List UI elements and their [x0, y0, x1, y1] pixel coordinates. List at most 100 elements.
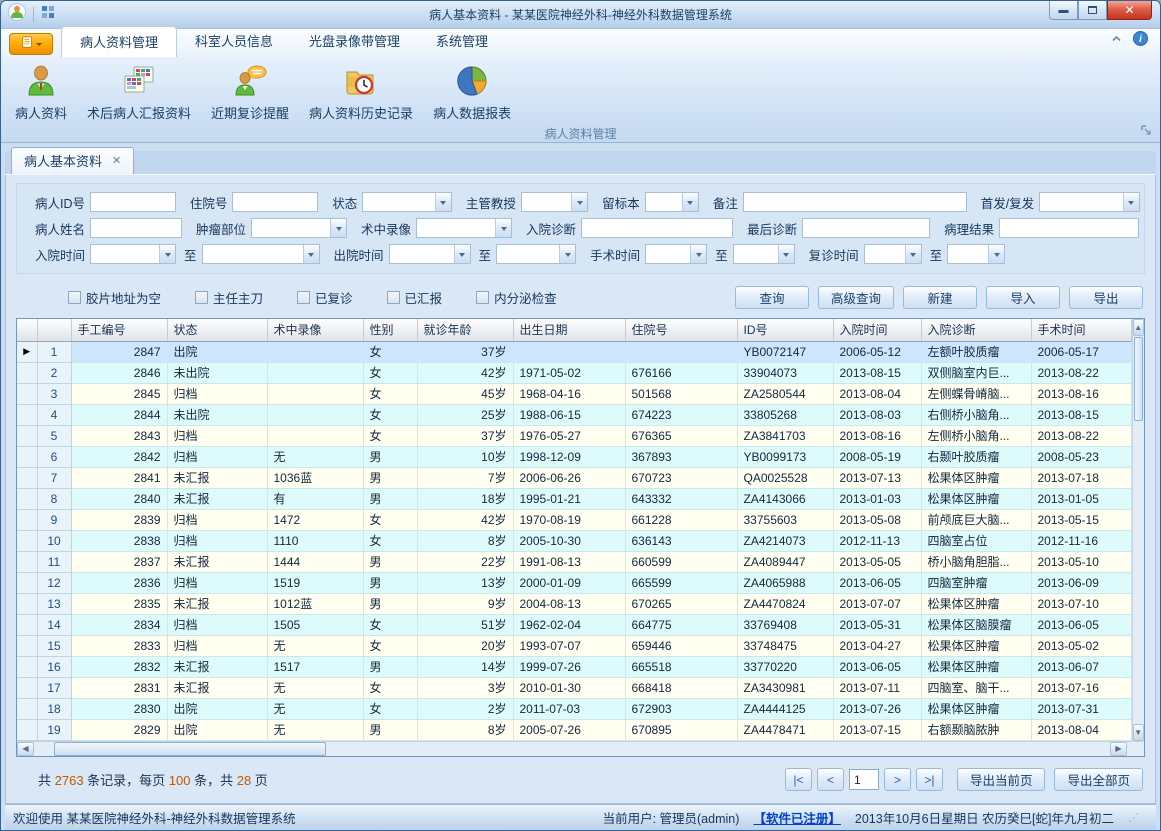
filter-combo-2-2[interactable] [389, 244, 471, 264]
ribbon-button-0[interactable]: 病人资料 [7, 61, 75, 124]
checkbox-4[interactable]: 内分泌检查 [476, 288, 557, 307]
quick-access-grid-icon[interactable] [41, 5, 55, 24]
combo-dropdown-icon[interactable] [690, 245, 706, 263]
prev-page-button[interactable]: < [817, 768, 844, 791]
filter-combo-2-0[interactable] [90, 244, 176, 264]
close-button[interactable]: ✕ [1107, 1, 1152, 20]
grid-header-7[interactable]: ID号 [737, 319, 833, 341]
combo-dropdown-icon[interactable] [571, 193, 587, 211]
scroll-right-icon[interactable]: ▶ [1110, 742, 1127, 756]
table-row[interactable]: 132835未汇报1012蓝男9岁2004-08-13670265ZA44708… [17, 593, 1131, 614]
table-row[interactable]: ▶12847出院女37岁YB00721472006-05-12左额叶胶质瘤200… [17, 341, 1131, 362]
filter-combo-0-6[interactable] [1039, 192, 1140, 212]
maximize-button[interactable] [1078, 1, 1107, 20]
table-row[interactable]: 92839归档1472女42岁1970-08-19661228337556032… [17, 509, 1131, 530]
ribbon-tab-1[interactable]: 科室人员信息 [177, 26, 291, 57]
horizontal-scroll-track[interactable] [326, 742, 1110, 756]
filter-combo-2-6[interactable] [864, 244, 922, 264]
table-row[interactable]: 102838归档1110女8岁2005-10-30636143ZA4214073… [17, 530, 1131, 551]
filter-input-0-0[interactable] [90, 192, 176, 212]
grid-header-0[interactable]: 手工编号 [71, 319, 167, 341]
table-row[interactable]: 122836归档1519男13岁2000-01-09665599ZA406598… [17, 572, 1131, 593]
vertical-scroll-thumb[interactable] [1134, 337, 1144, 421]
checkbox-1[interactable]: 主任主刀 [195, 288, 263, 307]
table-row[interactable]: 22846未出院女42岁1971-05-02676166339040732013… [17, 362, 1131, 383]
combo-dropdown-icon[interactable] [303, 245, 319, 263]
horizontal-scroll-thumb[interactable] [54, 742, 326, 756]
filter-combo-1-2[interactable] [416, 218, 512, 238]
combo-dropdown-icon[interactable] [159, 245, 175, 263]
table-row[interactable]: 142834归档1505女51岁1962-02-0466477533769408… [17, 614, 1131, 635]
filter-input-0-1[interactable] [232, 192, 318, 212]
table-row[interactable]: 62842归档无男10岁1998-12-09367893YB0099173200… [17, 446, 1131, 467]
combo-dropdown-icon[interactable] [988, 245, 1004, 263]
action-button-3[interactable]: 导入 [986, 286, 1060, 309]
ribbon-button-1[interactable]: 术后病人汇报资料 [79, 61, 199, 124]
dialog-launcher-icon[interactable] [1141, 125, 1152, 139]
table-row[interactable]: 162832未汇报1517男14岁1999-07-266655183377022… [17, 656, 1131, 677]
combo-dropdown-icon[interactable] [905, 245, 921, 263]
action-button-4[interactable]: 导出 [1069, 286, 1143, 309]
filter-combo-1-1[interactable] [251, 218, 347, 238]
filter-combo-2-7[interactable] [947, 244, 1005, 264]
table-row[interactable]: 72841未汇报1036蓝男7岁2006-06-26670723QA002552… [17, 467, 1131, 488]
filter-combo-0-2[interactable] [362, 192, 452, 212]
next-page-button[interactable]: > [884, 768, 911, 791]
checkbox-3[interactable]: 已汇报 [387, 288, 443, 307]
filter-input-0-5[interactable] [743, 192, 967, 212]
filter-input-1-3[interactable] [581, 218, 733, 238]
combo-dropdown-icon[interactable] [454, 245, 470, 263]
resize-grip-icon[interactable]: ⋰ [1128, 811, 1138, 824]
checkbox-box-icon[interactable] [195, 291, 208, 304]
ribbon-tab-2[interactable]: 光盘录像带管理 [291, 26, 418, 57]
grid-header-9[interactable]: 入院诊断 [921, 319, 1031, 341]
checkbox-2[interactable]: 已复诊 [297, 288, 353, 307]
vertical-scroll-track[interactable] [1133, 422, 1145, 724]
ribbon-button-4[interactable]: 病人数据报表 [425, 61, 519, 124]
filter-input-1-4[interactable] [802, 218, 930, 238]
combo-dropdown-icon[interactable] [435, 193, 451, 211]
checkbox-box-icon[interactable] [68, 291, 81, 304]
table-row[interactable]: 172831未汇报无女3岁2010-01-30668418ZA343098120… [17, 677, 1131, 698]
action-button-0[interactable]: 查询 [735, 286, 809, 309]
table-row[interactable]: 32845归档女45岁1968-04-16501568ZA25805442013… [17, 383, 1131, 404]
first-page-button[interactable]: |< [785, 768, 812, 791]
combo-dropdown-icon[interactable] [778, 245, 794, 263]
export-current-page-button[interactable]: 导出当前页 [957, 768, 1046, 791]
info-icon[interactable]: i [1133, 31, 1148, 51]
combo-dropdown-icon[interactable] [682, 193, 698, 211]
table-row[interactable]: 152833归档无女20岁1993-07-0765944633748475201… [17, 635, 1131, 656]
ribbon-tab-3[interactable]: 系统管理 [418, 26, 506, 57]
checkbox-0[interactable]: 胶片地址为空 [68, 288, 161, 307]
filter-combo-2-3[interactable] [496, 244, 576, 264]
checkbox-box-icon[interactable] [387, 291, 400, 304]
last-page-button[interactable]: >| [916, 768, 943, 791]
table-row[interactable]: 82840未汇报有男18岁1995-01-21643332ZA414306620… [17, 488, 1131, 509]
table-row[interactable]: 52843归档女37岁1976-05-27676365ZA38417032013… [17, 425, 1131, 446]
grid-header-6[interactable]: 住院号 [625, 319, 737, 341]
export-all-pages-button[interactable]: 导出全部页 [1054, 768, 1143, 791]
page-number-input[interactable] [849, 769, 879, 790]
collapse-ribbon-icon[interactable] [1110, 32, 1123, 50]
scroll-up-icon[interactable]: ▲ [1133, 319, 1145, 336]
close-tab-icon[interactable]: ✕ [112, 154, 121, 167]
grid-header-1[interactable]: 状态 [167, 319, 267, 341]
action-button-1[interactable]: 高级查询 [818, 286, 894, 309]
checkbox-box-icon[interactable] [297, 291, 310, 304]
grid-header-3[interactable]: 性别 [363, 319, 417, 341]
horizontal-scrollbar[interactable]: ◀ ▶ [17, 741, 1144, 756]
table-row[interactable]: 112837未汇报1444男22岁1991-08-13660599ZA40894… [17, 551, 1131, 572]
application-menu-button[interactable] [9, 33, 53, 55]
grid-header-2[interactable]: 术中录像 [267, 319, 363, 341]
grid-header-8[interactable]: 入院时间 [833, 319, 921, 341]
vertical-scrollbar[interactable]: ▲ ▼ [1132, 319, 1145, 741]
table-row[interactable]: 192829出院无男8岁2005-07-26670895ZA4478471201… [17, 719, 1131, 740]
grid-header-4[interactable]: 就诊年龄 [417, 319, 513, 341]
filter-input-1-5[interactable] [999, 218, 1139, 238]
ribbon-button-2[interactable]: 近期复诊提醒 [203, 61, 297, 124]
grid-header-5[interactable]: 出生日期 [513, 319, 625, 341]
minimize-button[interactable]: ▬ [1049, 1, 1078, 20]
filter-combo-0-3[interactable] [521, 192, 588, 212]
filter-combo-2-5[interactable] [733, 244, 795, 264]
filter-combo-2-1[interactable] [202, 244, 320, 264]
